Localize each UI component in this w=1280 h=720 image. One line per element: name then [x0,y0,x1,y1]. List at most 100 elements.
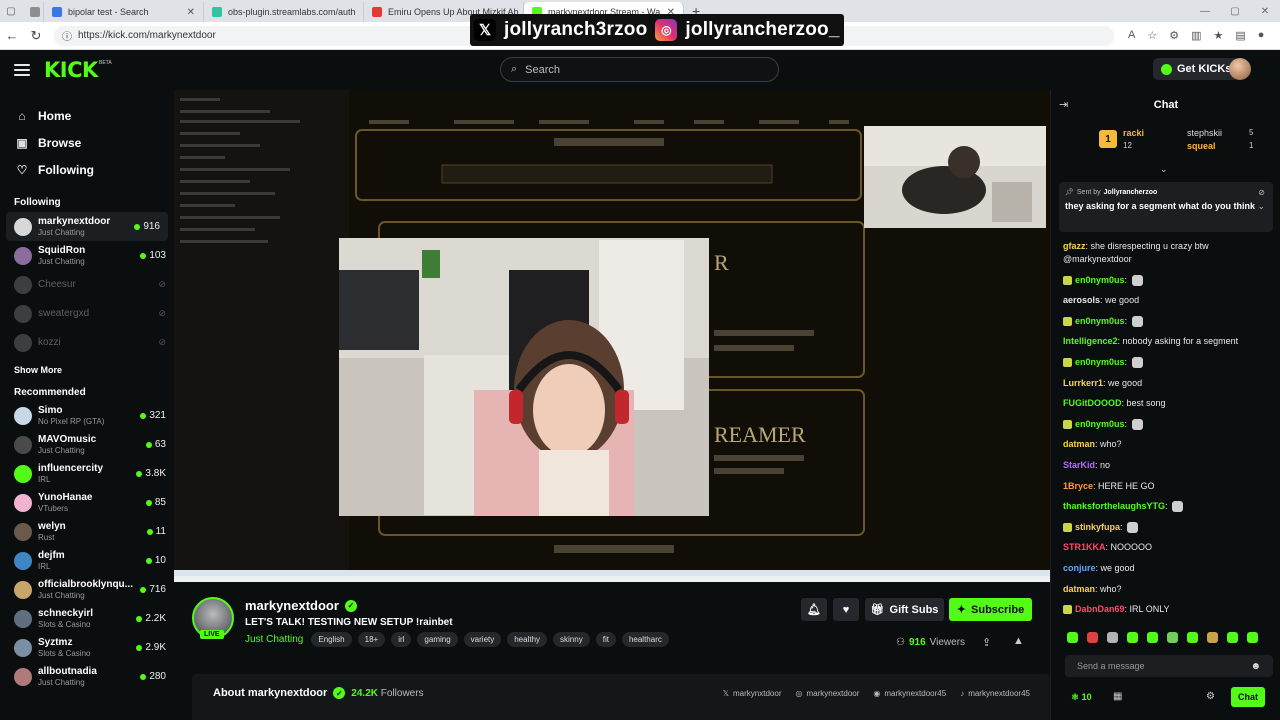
stream-tag[interactable]: healtharc [621,632,669,647]
sidebar-channel[interactable]: sweatergxd ⊘ [0,299,174,328]
pinned-sender[interactable]: Jollyrancherzoo [1104,189,1158,196]
stream-tag[interactable]: fit [595,632,616,647]
site-info-icon[interactable]: ⓘ [62,28,72,43]
quick-emote-icon[interactable] [1147,632,1158,643]
chat-username[interactable]: StarKid [1063,460,1095,470]
quick-emote-icon[interactable] [1067,632,1078,643]
chat-username[interactable]: FUGitDOOOD [1063,398,1122,408]
sidebar-nav-browse[interactable]: ▣ Browse [0,129,174,156]
sidebar-channel[interactable]: influencercity IRL 3.8K [0,459,174,488]
favorite-star-icon[interactable]: ☆ [1147,29,1157,42]
get-kicks-button[interactable]: Get KICKs [1153,58,1240,80]
expand-leaderboard-icon[interactable]: ⌄ [1160,164,1168,175]
close-window-icon[interactable]: ✕ [1250,6,1280,17]
stream-tag[interactable]: gaming [417,632,458,647]
gift-subs-button[interactable]: 🎁︎ Gift Subs [865,598,944,621]
sidebar-channel[interactable]: Syztmz Slots & Casino 2.9K [0,633,174,662]
quick-emote-icon[interactable] [1207,632,1218,643]
stream-tag[interactable]: irl [391,632,412,647]
leader-first-name[interactable]: racki [1123,128,1144,138]
hamburger-menu-icon[interactable] [14,64,30,76]
chat-username[interactable]: conjure [1063,563,1096,573]
stream-tag[interactable]: variety [463,632,502,647]
channel-points[interactable]: ⚛ 10 [1071,692,1092,703]
stream-tag[interactable]: English [311,632,352,647]
sidebar-channel[interactable]: officialbrooklynqu... Just Chatting 716 [0,575,174,604]
profile-icon[interactable]: ● [1258,29,1265,42]
user-avatar[interactable] [1229,58,1251,80]
quick-emote-icon[interactable] [1247,632,1258,643]
extensions-icon[interactable]: ⚙ [1169,29,1179,42]
sidebar-channel[interactable]: SquidRon Just Chatting 103 [0,241,174,270]
tab-close-icon[interactable]: ✕ [187,7,195,18]
streamer-name[interactable]: markynextdoor [245,598,339,613]
social-link[interactable]: ♪ markynextdoor45 [960,689,1030,698]
browser-tab[interactable]: bipolar test - Search ✕ [44,2,204,22]
sidebar-channel[interactable]: allboutnadia Just Chatting 280 [0,662,174,691]
sidebar-channel[interactable]: kozzi ⊘ [0,328,174,357]
report-icon[interactable]: ▲ [1013,635,1024,647]
stream-tag[interactable]: healthy [507,632,548,647]
share-icon[interactable]: ⇪ [982,636,991,649]
social-link[interactable]: 𝕏markynxtdoor [723,689,782,698]
search-input[interactable]: ⌕ Search [500,57,779,82]
pinned-message[interactable]: 📌︎ Sent by Jollyrancherzoo they asking f… [1059,182,1273,232]
chat-username[interactable]: en0nym0us [1075,316,1125,326]
pinned-expand-icon[interactable]: ⌄ [1257,201,1265,212]
follow-heart-button[interactable]: ♥ [833,598,859,621]
emoji-picker-icon[interactable]: ☻ [1250,661,1261,672]
send-chat-button[interactable]: Chat [1231,687,1265,707]
stream-tag[interactable]: 18+ [357,632,386,647]
browser-tab[interactable] [22,2,44,22]
chat-message-input[interactable]: Send a message ☻ [1065,655,1273,677]
tab-actions-icon[interactable]: ▢ [0,0,22,22]
back-icon[interactable]: ← [0,28,24,43]
sidebar-channel[interactable]: schneckyirl Slots & Casino 2.2K [0,604,174,633]
sidebar-channel[interactable]: MAVOmusic Just Chatting 63 [0,430,174,459]
sidebar-nav-following[interactable]: ♡ Following [0,156,174,183]
stream-category[interactable]: Just Chatting [245,634,303,645]
sidebar-channel[interactable]: Cheesur ⊘ [0,270,174,299]
chat-username[interactable]: thanksforthelaughsYTG [1063,501,1165,511]
chat-settings-gear-icon[interactable]: ⚙ [1206,691,1215,702]
sidebar-channel[interactable]: markynextdoor Just Chatting 916 [6,212,168,241]
collections-icon[interactable]: ▤ [1235,29,1245,42]
chat-username[interactable]: STR1KKA [1063,542,1106,552]
chat-username[interactable]: Intelligence2 [1063,336,1118,346]
split-screen-icon[interactable]: ▥ [1191,29,1201,42]
quick-emote-icon[interactable] [1107,632,1118,643]
chat-username[interactable]: en0nym0us [1075,419,1125,429]
stream-tag[interactable]: skinny [553,632,590,647]
unpin-icon[interactable]: ⊘ [1258,188,1265,197]
chat-username[interactable]: datman [1063,439,1095,449]
sidebar-channel[interactable]: dejfm IRL 10 [0,546,174,575]
read-aloud-icon[interactable]: A [1128,29,1135,42]
minimize-icon[interactable]: — [1190,6,1220,17]
chat-username[interactable]: DabnDan69 [1075,604,1125,614]
sidebar-channel[interactable]: Simo No Pixel RP (GTA) 321 [0,401,174,430]
subscribe-button[interactable]: ✦ Subscribe [949,598,1032,621]
favorites-icon[interactable]: ★ [1214,29,1224,42]
chat-username[interactable]: en0nym0us [1075,275,1125,285]
show-more-button[interactable]: Show More [0,357,174,383]
quick-emote-icon[interactable] [1167,632,1178,643]
browser-tab[interactable]: obs-plugin.streamlabs.com/auth✕ [204,2,364,22]
sidebar-channel[interactable]: YunoHanae VTubers 85 [0,488,174,517]
chat-username[interactable]: stinkyfupa [1075,522,1120,532]
notification-bell-button[interactable]: 🔔︎ [801,598,827,621]
social-link[interactable]: ◉ markynextdoor45 [873,689,946,698]
social-link[interactable]: ◎ markynextdoor [795,689,859,698]
leader-second-name[interactable]: stephskii [1187,128,1222,138]
chat-username[interactable]: datman [1063,584,1095,594]
chat-username[interactable]: 1Bryce [1063,481,1093,491]
sidebar-nav-home[interactable]: ⌂ Home [0,102,174,129]
gift-box-icon[interactable]: ▦ [1113,691,1122,702]
quick-emote-icon[interactable] [1227,632,1238,643]
chat-username[interactable]: gfazz [1063,241,1086,251]
quick-emote-icon[interactable] [1127,632,1138,643]
maximize-icon[interactable]: ▢ [1220,6,1250,17]
quick-emote-icon[interactable] [1187,632,1198,643]
chat-username[interactable]: Lurrkerr1 [1063,378,1103,388]
video-player[interactable]: R REAMER [174,90,1050,582]
chat-username[interactable]: en0nym0us [1075,357,1125,367]
